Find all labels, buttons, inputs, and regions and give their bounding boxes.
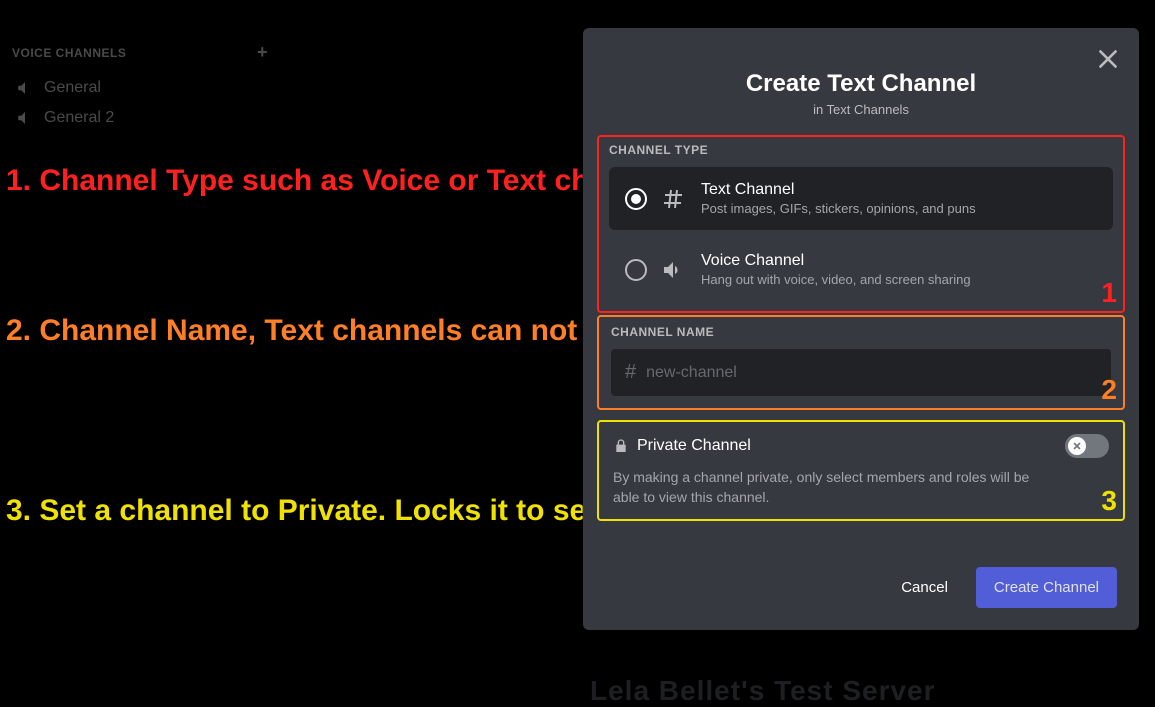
channel-name-section: CHANNEL NAME # 2 [597, 315, 1125, 410]
channel-type-voice-option[interactable]: Voice Channel Hang out with voice, video… [609, 238, 1113, 301]
private-channel-section: Private Channel By making a channel priv… [597, 420, 1125, 521]
modal-title: Create Text Channel [603, 70, 1119, 98]
text-channel-desc: Post images, GIFs, stickers, opinions, a… [701, 201, 976, 216]
channel-type-section: CHANNEL TYPE Text Channel Post images, G… [597, 135, 1125, 313]
annotation-number-1: 1 [1101, 277, 1117, 309]
speaker-icon [661, 258, 687, 282]
annotation-number-3: 3 [1101, 485, 1117, 517]
channel-name-input-wrapper[interactable]: # [611, 349, 1111, 396]
radio-selected-icon [625, 188, 647, 210]
speaker-icon [16, 79, 34, 97]
close-icon[interactable] [1095, 46, 1121, 72]
annotation-number-2: 2 [1101, 374, 1117, 406]
voice-channel-title: Voice Channel [701, 252, 971, 270]
radio-unselected-icon [625, 259, 647, 281]
channel-type-label: CHANNEL TYPE [609, 143, 1113, 157]
channel-type-text-option[interactable]: Text Channel Post images, GIFs, stickers… [609, 167, 1113, 230]
private-channel-title: Private Channel [637, 437, 751, 455]
add-channel-icon[interactable]: + [257, 42, 268, 63]
channel-list: VOICE CHANNELS + General General 2 [0, 0, 280, 153]
voice-channels-category[interactable]: VOICE CHANNELS + [12, 42, 268, 63]
background-server-name: Lela Bellet's Test Server [590, 675, 936, 707]
annotation-1: 1. Channel Type such as Voice or Text ch… [6, 162, 668, 200]
voice-channel-label: General 2 [44, 109, 114, 127]
private-channel-toggle[interactable] [1065, 434, 1109, 458]
private-channel-desc: By making a channel private, only select… [613, 468, 1053, 507]
voice-channel-general-2[interactable]: General 2 [12, 103, 268, 133]
voice-channel-label: General [44, 79, 101, 97]
voice-channel-general[interactable]: General [12, 73, 268, 103]
text-channel-title: Text Channel [701, 181, 976, 199]
modal-footer: Cancel Create Channel [583, 521, 1139, 612]
hash-icon [661, 187, 687, 211]
channel-name-label: CHANNEL NAME [611, 325, 1111, 339]
cancel-button[interactable]: Cancel [889, 567, 960, 608]
lock-icon [613, 438, 629, 454]
toggle-knob-icon [1068, 437, 1086, 455]
create-channel-modal: Create Text Channel in Text Channels CHA… [583, 28, 1139, 630]
hash-icon: # [625, 361, 636, 384]
channel-name-input[interactable] [646, 364, 1097, 382]
modal-subtitle: in Text Channels [603, 102, 1119, 117]
voice-channel-desc: Hang out with voice, video, and screen s… [701, 272, 971, 287]
speaker-icon [16, 109, 34, 127]
voice-channels-label: VOICE CHANNELS [12, 46, 126, 60]
create-channel-button[interactable]: Create Channel [976, 567, 1117, 608]
